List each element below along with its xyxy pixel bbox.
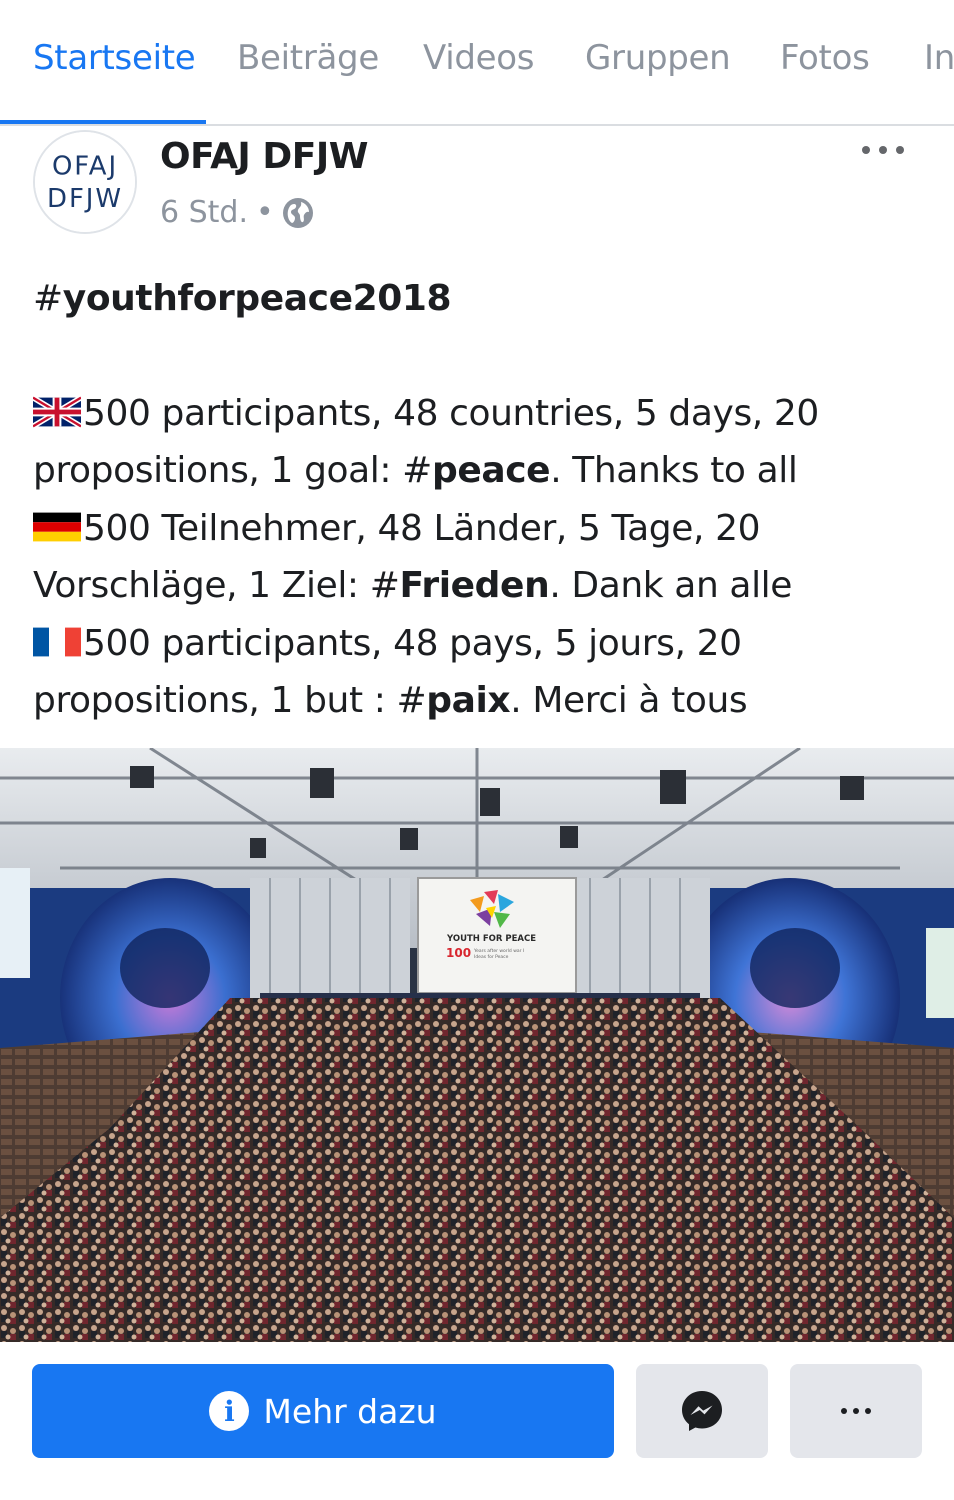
page-tab-bar: Startseite Beiträge Videos Gruppen Fotos… [0,0,954,126]
tab-gruppen[interactable]: Gruppen [585,38,731,78]
more-info-button[interactable]: i Mehr dazu [32,1364,614,1458]
france-flag-icon [33,624,81,660]
svg-text:Ideas for Peace: Ideas for Peace [474,954,509,960]
svg-text:DFJW: DFJW [47,184,123,214]
post-photo[interactable]: YOUTH FOR PEACE 100 Years after world wa… [0,748,954,1342]
globe-icon [282,197,314,229]
svg-text:100: 100 [446,946,471,960]
post-action-bar: i Mehr dazu [0,1342,954,1500]
conference-hall-group-photo: YOUTH FOR PEACE 100 Years after world wa… [0,748,954,1342]
hashtag-frieden[interactable]: Frieden [399,565,549,606]
page-name[interactable]: OFAJ DFJW [160,136,368,177]
svg-text:OFAJ: OFAJ [52,151,118,181]
active-tab-indicator [0,120,206,124]
tab-startseite[interactable]: Startseite [33,38,196,78]
post-meta: 6 Std. • [160,195,314,230]
info-icon: i [209,1391,250,1431]
hashtag-paix[interactable]: paix [426,680,510,721]
germany-flag-icon [33,509,81,545]
tab-videos[interactable]: Videos [423,38,534,78]
svg-text:YOUTH FOR PEACE: YOUTH FOR PEACE [446,934,536,944]
post-timestamp[interactable]: 6 Std. [160,195,248,230]
more-dots-icon [841,1408,871,1414]
post-options-icon[interactable] [858,132,908,168]
post-line-french: 500 participants, 48 pays, 5 jours, 20 p… [33,622,748,721]
messenger-icon [682,1391,722,1431]
post-message: #youthforpeace2018 500 participants, 48 … [33,270,933,730]
hashtag-line: #youthforpeace2018 [33,278,452,319]
post-line-english: 500 participants, 48 countries, 5 days, … [33,392,819,491]
svg-text:Years after world war I: Years after world war I [473,948,524,954]
tab-fotos[interactable]: Fotos [780,38,870,78]
hashtag-peace[interactable]: peace [432,450,551,491]
more-info-label: Mehr dazu [263,1391,437,1431]
page-avatar[interactable]: OFAJ DFJW [33,130,137,234]
messenger-button[interactable] [636,1364,768,1458]
hashtag-link[interactable]: youthforpeace2018 [63,278,452,319]
post-line-german: 500 Teilnehmer, 48 Länder, 5 Tage, 20 Vo… [33,507,793,606]
more-actions-button[interactable] [790,1364,922,1458]
meta-separator: • [256,195,274,230]
uk-flag-icon [33,394,81,430]
tab-beitraege[interactable]: Beiträge [237,38,379,78]
ofaj-dfjw-logo: OFAJ DFJW [35,132,135,232]
tab-info[interactable]: In [924,38,954,78]
